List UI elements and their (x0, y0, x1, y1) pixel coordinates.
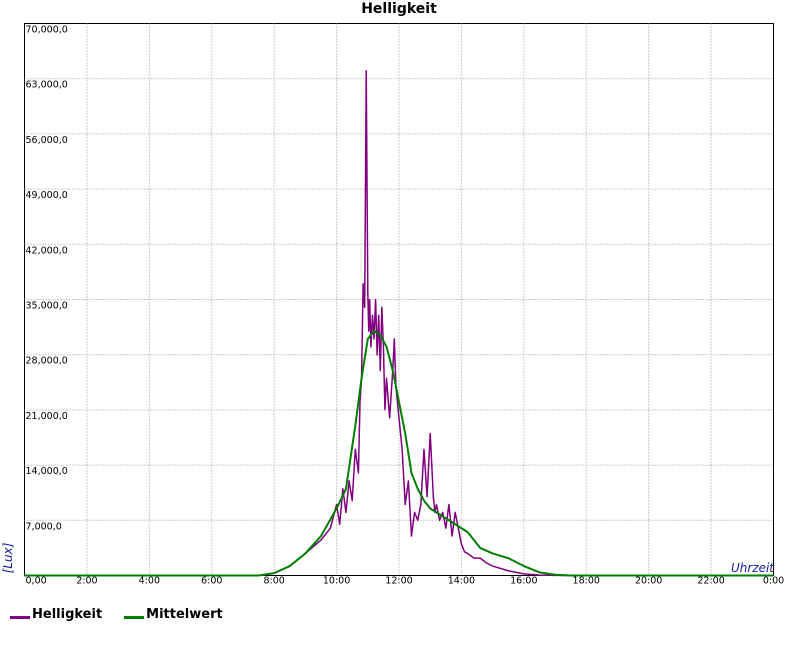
x-tick-label: 0:00 (763, 576, 784, 587)
x-tick-label: 0,00 (26, 576, 47, 587)
x-tick-label: 8:00 (263, 576, 284, 587)
x-tick-label: 22:00 (697, 576, 724, 587)
x-tick-label: 10:00 (323, 576, 350, 587)
x-tick-label: 14:00 (448, 576, 475, 587)
brightness-chart: Helligkeit 7,000,0 14,000,0 21,000,0 28,000… (1, 1, 785, 587)
x-tick-label: 12:00 (385, 576, 412, 587)
chart-title: Helligkeit (361, 1, 437, 17)
legend-label-mittelwert: Mittelwert (146, 607, 223, 622)
x-tick-label: 4:00 (139, 576, 160, 587)
x-tick-label: 16:00 (510, 576, 537, 587)
legend-label-helligkeit: Helligkeit (32, 607, 103, 622)
x-tick-label: 2:00 (76, 576, 97, 587)
y-tick-label: 7,000,0 (26, 521, 62, 532)
legend: Helligkeit Mittelwert (10, 607, 223, 622)
y-tick-label: 21,000,0 (26, 411, 68, 422)
x-tick-label: 18:00 (573, 576, 600, 587)
y-tick-label: 35,000,0 (26, 301, 68, 312)
legend-item-helligkeit: Helligkeit (10, 607, 102, 622)
y-tick-label: 28,000,0 (26, 356, 68, 367)
y-tick-label: 56,000,0 (26, 135, 68, 146)
y-tick-label: 14,000,0 (26, 466, 68, 477)
y-tick-label: 70,000,0 (26, 25, 68, 36)
x-axis-label: Uhrzeit (731, 561, 775, 575)
legend-swatch-helligkeit (10, 616, 30, 619)
y-tick-label: 49,000,0 (26, 190, 68, 201)
legend-item-mittelwert: Mittelwert (124, 607, 223, 622)
y-tick-label: 42,000,0 (26, 245, 68, 256)
y-axis-label: [Lux] (1, 542, 15, 573)
legend-swatch-mittelwert (124, 616, 145, 619)
x-axis-ticks: 0,00 2:00 4:00 6:00 8:00 10:00 12:00 14:00 16:00… (26, 576, 785, 587)
x-tick-label: 20:00 (635, 576, 662, 587)
y-tick-label: 63,000,0 (26, 80, 68, 91)
x-tick-label: 6:00 (201, 576, 222, 587)
